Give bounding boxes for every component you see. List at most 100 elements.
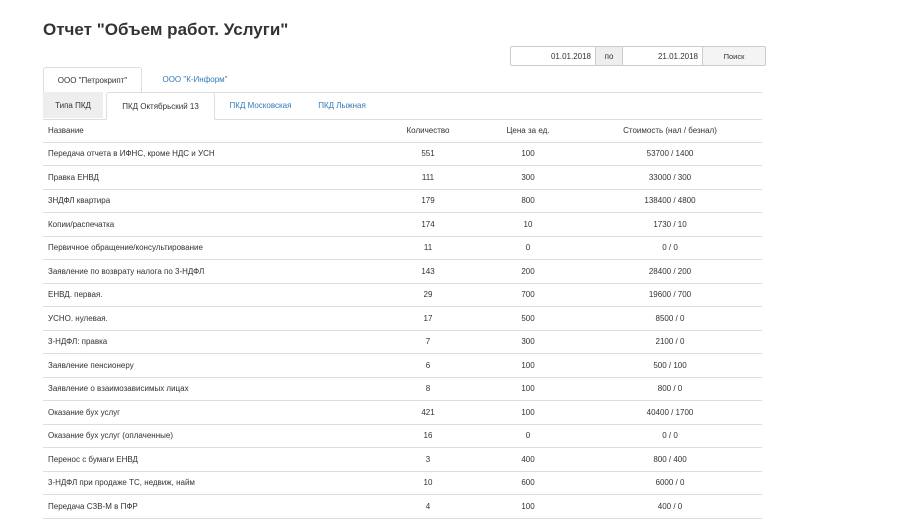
cell-quantity: 11 [378,236,478,260]
cell-name: ЕНВД. первая. [43,283,378,307]
tab-pkd-moskovskaya[interactable]: ПКД Московская [218,92,303,118]
cell-cost: 33000 / 300 [578,165,762,190]
cell-quantity: 421 [378,400,478,425]
cell-unit-price: 500 [478,306,578,331]
table-row: УСНО. нулевая. 17 500 8500 / 0 [43,306,762,331]
cell-quantity: 4 [378,494,478,519]
date-to-input[interactable] [622,46,703,66]
table-row: Заявление по возврату налога по 3-НДФЛ 14… [43,259,762,284]
cell-name: 3-НДФЛ: правка [43,330,378,354]
cell-unit-price: 700 [478,283,578,307]
cell-cost: 800 / 0 [578,377,762,401]
cell-cost: 0 / 0 [578,236,762,260]
cell-quantity: 10 [378,471,478,495]
cell-unit-price: 0 [478,424,578,448]
cell-cost: 53700 / 1400 [578,142,762,166]
cell-cost: 500 / 100 [578,353,762,378]
table-row: Правка ЕНВД 111 300 33000 / 300 [43,165,762,190]
cell-quantity: 179 [378,189,478,213]
date-from-input[interactable] [510,46,596,66]
table-row: 3-НДФЛ при продаже ТС, недвиж, найм 10 600… [43,471,762,495]
table-row: Заявление пенсионеру 6 100 500 / 100 [43,353,762,378]
cell-unit-price: 200 [478,259,578,284]
tab-pkd-oktyabrsky[interactable]: ПКД Октябрьский 13 [106,92,215,120]
cell-cost: 8500 / 0 [578,306,762,331]
cell-quantity: 3 [378,447,478,472]
cell-unit-price: 300 [478,165,578,190]
table-row: Передача СЗВ-М в ПФР 4 100 400 / 0 [43,494,762,519]
header-unit-price: Цена за ед. [478,119,578,143]
cell-name: Первичное обращение/консультирование [43,236,378,260]
cell-name: Заявление о взаимозависимых лицах [43,377,378,401]
cell-name: Правка ЕНВД [43,165,378,190]
cell-cost: 40400 / 1700 [578,400,762,425]
cell-unit-price: 100 [478,400,578,425]
cell-name: Передача отчета в ИФНС, кроме НДС и УСН [43,142,378,166]
cell-quantity: 29 [378,283,478,307]
table-row: Оказание бух услуг (оплаченные) 16 0 0 / 0 [43,424,762,448]
cell-quantity: 7 [378,330,478,354]
table-row: Заявление о взаимозависимых лицах 8 100 800… [43,377,762,401]
header-name: Название [43,119,378,143]
cell-quantity: 143 [378,259,478,284]
pkd-tabs: Типа ПКД ПКД Октябрьский 13 ПКД Московск… [43,92,762,120]
cell-quantity: 111 [378,165,478,190]
tab-pkd-type[interactable]: Типа ПКД [43,92,103,118]
cell-name: 3-НДФЛ при продаже ТС, недвиж, найм [43,471,378,495]
header-quantity: Количество [378,119,478,143]
cell-unit-price: 100 [478,353,578,378]
cell-quantity: 551 [378,142,478,166]
cell-cost: 800 / 400 [578,447,762,472]
header-cost: Стоимость (нал / безнал) [578,119,762,143]
tab-company-k-inform[interactable]: ООО "К-Информ" [145,67,245,91]
table-body: Передача отчета в ИФНС, кроме НДС и УСН 5… [43,142,762,519]
cell-unit-price: 400 [478,447,578,472]
cell-cost: 2100 / 0 [578,330,762,354]
cell-cost: 6000 / 0 [578,471,762,495]
table-row: Копии/распечатка 174 10 1730 / 10 [43,212,762,237]
cell-name: Оказание бух услуг (оплаченные) [43,424,378,448]
table-row: Передача отчета в ИФНС, кроме НДС и УСН 5… [43,142,762,166]
cell-name: Передача СЗВ-М в ПФР [43,494,378,519]
cell-unit-price: 600 [478,471,578,495]
cell-quantity: 174 [378,212,478,237]
cell-cost: 1730 / 10 [578,212,762,237]
table-header-row: Название Количество Цена за ед. Стоимост… [43,119,762,143]
table-row: Оказание бух услуг 421 100 40400 / 1700 [43,400,762,425]
cell-quantity: 6 [378,353,478,378]
date-separator: по [596,46,622,66]
cell-name: Заявление пенсионеру [43,353,378,378]
cell-unit-price: 0 [478,236,578,260]
cell-cost: 28400 / 200 [578,259,762,284]
cell-quantity: 17 [378,306,478,331]
cell-unit-price: 800 [478,189,578,213]
cell-cost: 400 / 0 [578,494,762,519]
company-tabs: ООО "Петрокрипт" ООО "К-Информ" [43,67,762,93]
cell-quantity: 8 [378,377,478,401]
tab-pkd-lyzhnaya[interactable]: ПКД Лыжная [307,92,377,118]
cell-unit-price: 300 [478,330,578,354]
report-table: Название Количество Цена за ед. Стоимост… [43,119,762,519]
cell-cost: 0 / 0 [578,424,762,448]
page-title: Отчет "Объем работ. Услуги" [43,20,289,39]
search-button[interactable]: Поиск [702,46,766,66]
table-row: Первичное обращение/консультирование 11 0 0… [43,236,762,260]
cell-name: 3НДФЛ квартира [43,189,378,213]
table-row: 3НДФЛ квартира 179 800 138400 / 4800 [43,189,762,213]
tab-company-petrokript[interactable]: ООО "Петрокрипт" [43,67,142,93]
cell-name: Копии/распечатка [43,212,378,237]
cell-name: Заявление по возврату налога по 3-НДФЛ [43,259,378,284]
cell-unit-price: 100 [478,494,578,519]
cell-name: УСНО. нулевая. [43,306,378,331]
cell-name: Оказание бух услуг [43,400,378,425]
cell-cost: 19600 / 700 [578,283,762,307]
table-row: 3-НДФЛ: правка 7 300 2100 / 0 [43,330,762,354]
cell-unit-price: 10 [478,212,578,237]
cell-unit-price: 100 [478,377,578,401]
date-range-filter: по Поиск [510,46,766,66]
cell-name: Перенос с бумаги ЕНВД [43,447,378,472]
cell-unit-price: 100 [478,142,578,166]
table-row: ЕНВД. первая. 29 700 19600 / 700 [43,283,762,307]
table-row: Перенос с бумаги ЕНВД 3 400 800 / 400 [43,447,762,472]
cell-quantity: 16 [378,424,478,448]
